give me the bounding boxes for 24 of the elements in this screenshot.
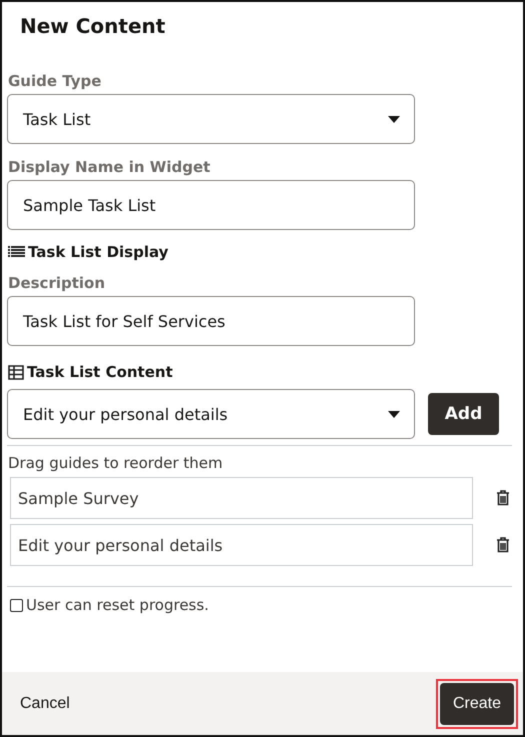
guide-dropdown[interactable]: Edit your personal details [7,389,415,439]
table-icon [8,364,24,380]
cancel-button[interactable]: Cancel [20,694,70,712]
checkbox[interactable] [10,598,23,612]
trash-icon[interactable] [496,490,510,506]
reorder-hint: Drag guides to reorder them [8,454,224,472]
section-heading: Task List Display [28,243,168,261]
section-heading: Task List Content [27,363,173,381]
guide-item[interactable]: Edit your personal details [10,524,473,566]
list-icon [8,246,25,258]
guide-item[interactable]: Sample Survey [10,477,473,519]
caret-icon [388,410,400,418]
display-name-field[interactable]: Sample Task List [7,180,415,230]
dialog-title: New Content [20,14,166,40]
field-label: Description [8,274,106,292]
create-button[interactable]: Create [440,682,514,724]
field-label: Guide Type [8,72,102,90]
guide-type-dropdown[interactable]: Task List [7,94,415,144]
checkbox-label: User can reset progress. [26,596,209,614]
caret-icon [388,116,400,122]
add-button[interactable]: Add [428,393,499,435]
trash-icon[interactable] [496,537,510,553]
field-label: Display Name in Widget [8,158,212,176]
description-field[interactable]: Task List for Self Services [7,296,415,346]
